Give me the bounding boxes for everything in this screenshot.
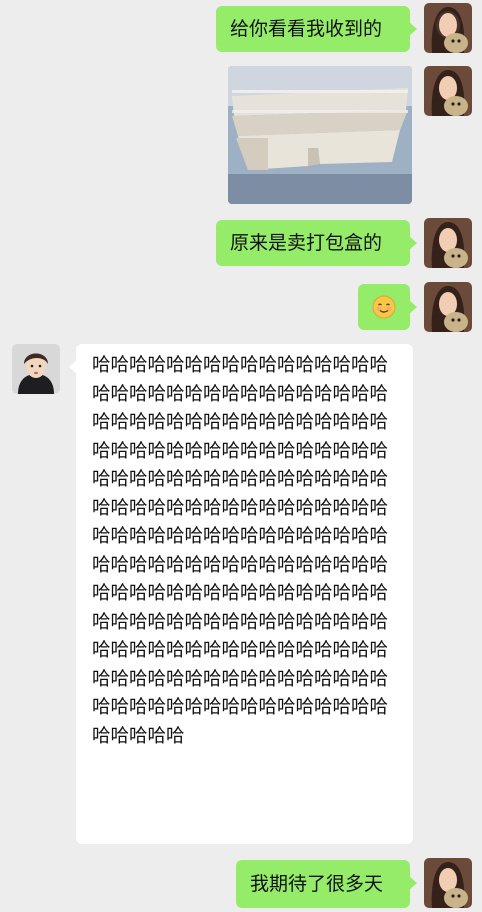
self-avatar[interactable] [424, 218, 472, 268]
smiling-face-emoji [372, 295, 396, 319]
message-bubble-outgoing[interactable]: 原来是卖打包盒的 [216, 220, 417, 266]
self-avatar[interactable] [424, 858, 472, 908]
self-avatar[interactable] [424, 282, 472, 332]
message-text: 哈哈哈哈哈哈哈哈哈哈哈哈哈哈哈哈哈哈哈哈哈哈哈哈哈哈哈哈哈哈哈哈哈哈哈哈哈哈哈哈… [92, 355, 389, 747]
self-avatar[interactable] [424, 66, 472, 116]
message-bubble-outgoing[interactable]: 我期待了很多天 [236, 860, 417, 908]
message-bubble-outgoing[interactable]: 给你看看我收到的 [216, 6, 417, 52]
self-avatar[interactable] [424, 3, 472, 53]
message-text: 给你看看我收到的 [230, 18, 383, 40]
message-bubble-incoming[interactable]: 哈哈哈哈哈哈哈哈哈哈哈哈哈哈哈哈哈哈哈哈哈哈哈哈哈哈哈哈哈哈哈哈哈哈哈哈哈哈哈哈… [69, 344, 413, 844]
message-text: 我期待了很多天 [250, 873, 384, 895]
message-text: 原来是卖打包盒的 [230, 232, 383, 254]
message-image[interactable] [228, 66, 412, 204]
other-avatar[interactable] [12, 344, 60, 394]
message-bubble-outgoing[interactable] [358, 284, 417, 330]
